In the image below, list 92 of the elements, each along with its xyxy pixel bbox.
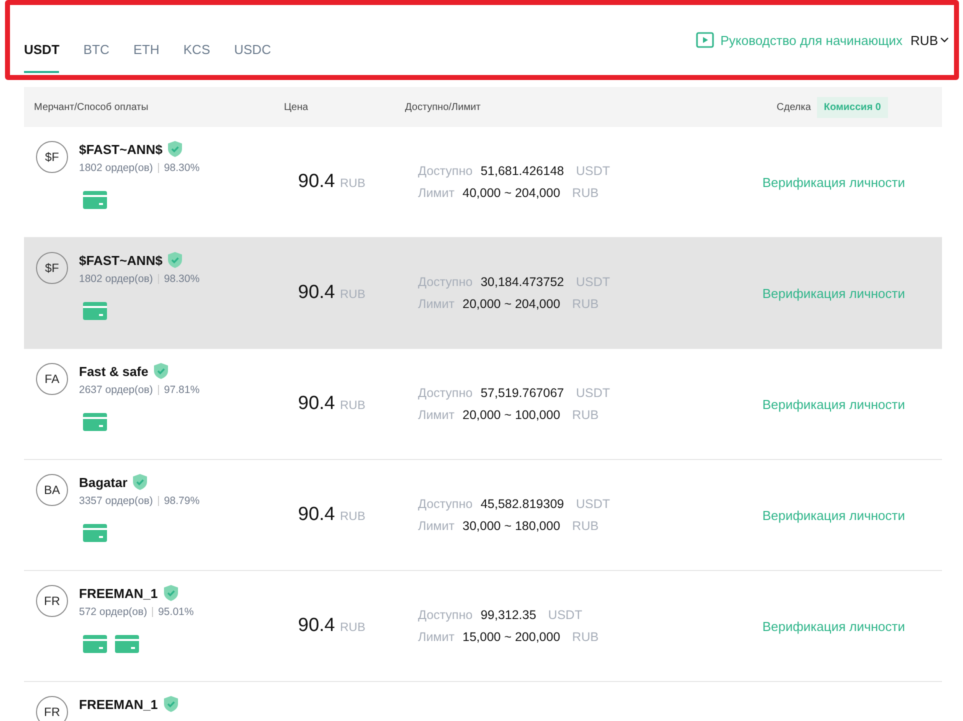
available-amount: 99,312.35 xyxy=(480,608,536,622)
verified-shield-icon xyxy=(168,252,182,268)
order-count: 1802 ордер(ов) xyxy=(79,273,153,285)
limit-label: Лимит xyxy=(418,297,454,311)
available-currency: USDT xyxy=(576,275,610,289)
available-amount: 57,519.767067 xyxy=(480,386,564,400)
price-value: 90.4 xyxy=(298,504,335,526)
available-label: Доступно xyxy=(418,386,473,400)
merchant-avatar: FR xyxy=(36,585,68,617)
merchant-name[interactable]: Bagatar xyxy=(79,474,128,490)
completion-rate: 97.81% xyxy=(164,384,200,396)
merchant-name[interactable]: $FAST~ANN$ xyxy=(79,252,162,268)
limit-currency: RUB xyxy=(572,408,599,422)
price-currency: RUB xyxy=(340,398,366,412)
available-currency: USDT xyxy=(548,608,582,622)
coin-tab[interactable]: ETH xyxy=(133,27,160,73)
verified-shield-icon xyxy=(168,141,182,157)
beginner-guide-link[interactable]: Руководство для начинающих xyxy=(696,32,903,48)
available-amount: 51,681.426148 xyxy=(480,164,564,178)
bank-card-icon xyxy=(83,413,107,431)
available-amount: 30,184.473752 xyxy=(480,275,564,289)
merchant-name[interactable]: $FAST~ANN$ xyxy=(79,142,162,156)
bank-card-icon xyxy=(83,524,107,542)
available-currency: USDT xyxy=(576,164,610,178)
available-label: Доступно xyxy=(418,275,473,289)
verification-link[interactable]: Верификация личности xyxy=(762,508,905,522)
merchant-avatar: FR xyxy=(36,696,68,721)
completion-rate: 98.30% xyxy=(164,273,200,285)
available-currency: USDT xyxy=(576,386,610,400)
verification-link[interactable]: Верификация личности xyxy=(762,618,905,634)
limit-label: Лимит xyxy=(418,630,454,644)
order-count: 1802 ордер(ов) xyxy=(79,162,153,174)
limit-currency: RUB xyxy=(572,630,599,644)
price-currency: RUB xyxy=(340,176,366,190)
verified-shield-icon xyxy=(154,363,168,379)
bank-card-icon xyxy=(115,635,139,653)
price-value: 90.4 xyxy=(298,615,335,637)
completion-rate: 98.30% xyxy=(164,162,200,174)
limit-range: 20,000 ~ 100,000 xyxy=(462,408,560,422)
column-heading: Цена xyxy=(284,102,310,112)
limit-currency: RUB xyxy=(572,186,599,200)
verification-link[interactable]: Верификация личности xyxy=(762,396,905,412)
merchant-avatar: $F xyxy=(36,252,68,284)
currency-dropdown[interactable]: RUB xyxy=(910,32,949,48)
bank-card-icon xyxy=(83,302,107,320)
limit-range: 20,000 ~ 204,000 xyxy=(462,297,560,311)
price-value: 90.4 xyxy=(298,282,335,304)
order-count: 2637 ордер(ов) xyxy=(79,384,153,396)
available-label: Доступно xyxy=(418,608,473,622)
coin-tab[interactable]: BTC xyxy=(83,27,110,73)
completion-rate: 98.79% xyxy=(164,495,200,507)
play-icon xyxy=(696,32,714,48)
verified-shield-icon xyxy=(164,585,178,601)
limit-label: Лимит xyxy=(418,408,454,422)
verified-shield-icon xyxy=(133,474,148,490)
limit-range: 30,000 ~ 180,000 xyxy=(462,519,560,533)
verified-shield-icon xyxy=(164,696,178,712)
fee-badge: Комиссия 0 xyxy=(816,96,888,118)
order-count: 3357 ордер(ов) xyxy=(79,495,153,507)
price-value: 90.4 xyxy=(298,393,335,415)
limit-label: Лимит xyxy=(418,186,454,200)
limit-currency: RUB xyxy=(572,519,599,533)
merchant-avatar: BA xyxy=(36,474,68,506)
merchant-avatar: $F xyxy=(36,141,68,173)
bank-card-icon xyxy=(83,191,107,209)
limit-currency: RUB xyxy=(572,297,599,311)
available-label: Доступно xyxy=(418,497,473,511)
price-currency: RUB xyxy=(340,287,366,301)
merchant-name[interactable]: FREEMAN_1 xyxy=(79,696,158,712)
coin-tab[interactable]: USDC xyxy=(234,27,271,73)
available-amount: 45,582.819309 xyxy=(480,497,564,511)
order-count: 572 ордер(ов) xyxy=(79,606,148,618)
bank-card-icon xyxy=(83,635,107,653)
limit-range: 15,000 ~ 200,000 xyxy=(462,630,560,644)
price-currency: RUB xyxy=(340,509,366,523)
merchant-avatar: FA xyxy=(36,363,68,395)
limit-label: Лимит xyxy=(418,519,454,533)
chevron-down-icon xyxy=(940,37,949,43)
column-heading: Доступно/Лимит xyxy=(405,102,482,112)
completion-rate: 95.01% xyxy=(158,606,194,618)
coin-tab[interactable]: USDT xyxy=(24,27,60,73)
available-currency: USDT xyxy=(576,497,610,511)
column-heading: Сделка xyxy=(776,102,811,112)
price-value: 90.4 xyxy=(298,171,335,193)
available-label: Доступно xyxy=(418,164,473,178)
coin-tab[interactable]: KCS xyxy=(183,27,210,73)
price-currency: RUB xyxy=(340,620,366,634)
column-heading: Мерчант/Способ оплаты xyxy=(34,102,150,112)
verification-link[interactable]: Верификация личности xyxy=(762,174,905,190)
merchant-name[interactable]: Fast & safe xyxy=(79,364,148,378)
merchant-name[interactable]: FREEMAN_1 xyxy=(79,586,158,600)
limit-range: 40,000 ~ 204,000 xyxy=(462,186,560,200)
